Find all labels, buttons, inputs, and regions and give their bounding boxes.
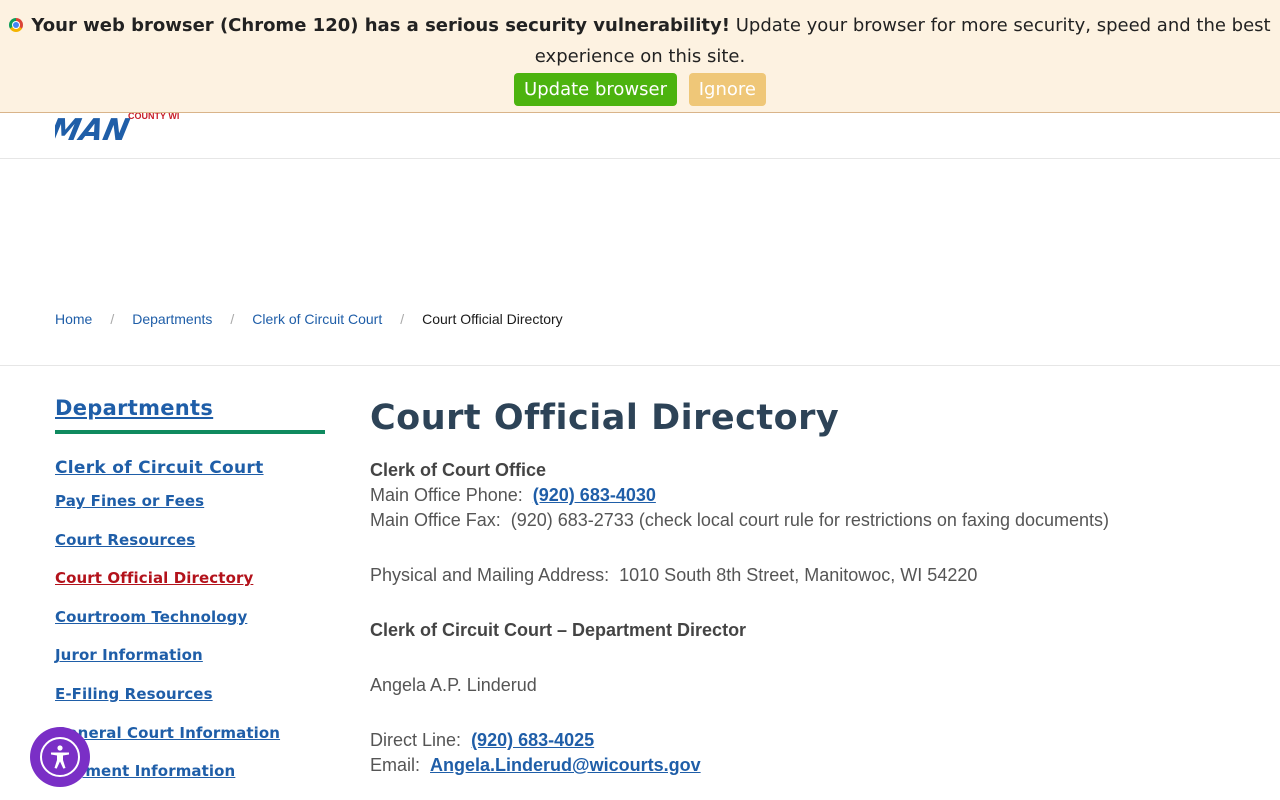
director-heading: Clerk of Circuit Court – Department Dire…	[370, 620, 747, 640]
sidebar-item-juror-information[interactable]: Juror Information	[55, 646, 203, 664]
address-value: 1010 South 8th Street, Manitowoc, WI 542…	[619, 565, 978, 585]
breadcrumb-separator: /	[110, 311, 115, 327]
breadcrumb-separator: /	[400, 311, 405, 327]
email-link[interactable]: Angela.Linderud@wicourts.gov	[430, 755, 701, 775]
banner-warning-text: Your web browser (Chrome 120) has a seri…	[31, 15, 730, 36]
address-line: Physical and Mailing Address: 1010 South…	[370, 563, 1250, 588]
office-phone-label: Main Office Phone:	[370, 485, 523, 505]
sidebar-item: Court Resources	[55, 531, 325, 570]
breadcrumb-current: Court Official Directory	[422, 311, 563, 327]
sidebar-item-pay-fines[interactable]: Pay Fines or Fees	[55, 492, 204, 510]
sidebar-item: Courtroom Technology	[55, 608, 325, 647]
email-line: Email: Angela.Linderud@wicourts.gov	[370, 753, 1250, 778]
office-fax-line: Main Office Fax: (920) 683-2733 (check l…	[370, 508, 1250, 533]
office-phone-line: Main Office Phone: (920) 683-4030	[370, 483, 1250, 508]
sidebar-item: Juror Information	[55, 646, 325, 685]
sidebar-item-e-filing[interactable]: E-Filing Resources	[55, 685, 213, 703]
logo-wordmark: MAN	[55, 113, 132, 145]
address-label: Physical and Mailing Address:	[370, 565, 610, 585]
update-browser-button[interactable]: Update browser	[514, 73, 677, 106]
directory-content: Clerk of Court Office Main Office Phone:…	[370, 458, 1250, 778]
breadcrumb-divider	[0, 365, 1280, 366]
sidebar-section-link[interactable]: Clerk of Circuit Court	[55, 458, 325, 478]
office-phone-link[interactable]: (920) 683-4030	[533, 485, 656, 505]
accessibility-icon	[40, 737, 80, 777]
sidebar-item: Court Official Directory	[55, 569, 325, 608]
direct-phone-link[interactable]: (920) 683-4025	[471, 730, 594, 750]
breadcrumb: Home / Departments / Clerk of Circuit Co…	[55, 311, 563, 327]
breadcrumb-separator: /	[230, 311, 235, 327]
email-label: Email:	[370, 755, 421, 775]
ignore-button[interactable]: Ignore	[688, 73, 766, 106]
page-title: Court Official Directory	[370, 398, 840, 438]
main-content: Court Official Directory Clerk of Court …	[370, 396, 1250, 778]
director-name: Angela A.P. Linderud	[370, 675, 537, 695]
browser-update-banner: Your web browser (Chrome 120) has a seri…	[0, 0, 1280, 113]
sidebar-item-court-resources[interactable]: Court Resources	[55, 531, 195, 549]
sidebar-item: General Court Information	[55, 724, 325, 763]
breadcrumb-clerk[interactable]: Clerk of Circuit Court	[252, 311, 382, 327]
breadcrumb-departments[interactable]: Departments	[132, 311, 212, 327]
sidebar-item: Payment Information	[55, 762, 325, 800]
chrome-icon	[9, 18, 24, 32]
sidebar: Departments Clerk of Circuit Court Pay F…	[55, 396, 325, 800]
office-fax-label: Main Office Fax:	[370, 510, 501, 530]
sidebar-item-court-official-directory[interactable]: Court Official Directory	[55, 569, 253, 587]
direct-line-label: Direct Line:	[370, 730, 462, 750]
sidebar-item-courtroom-technology[interactable]: Courtroom Technology	[55, 608, 247, 626]
sidebar-item: E-Filing Resources	[55, 685, 325, 724]
accessibility-button[interactable]	[30, 727, 90, 787]
office-heading: Clerk of Court Office	[370, 460, 547, 480]
breadcrumb-home[interactable]: Home	[55, 311, 92, 327]
office-fax-value: (920) 683-2733 (check local court rule f…	[510, 510, 1110, 530]
sidebar-item-general-court-info[interactable]: General Court Information	[55, 724, 280, 742]
banner-message: Your web browser (Chrome 120) has a seri…	[0, 10, 1280, 72]
sidebar-title-link[interactable]: Departments	[55, 396, 325, 434]
banner-buttons: Update browser Ignore	[0, 73, 1280, 106]
sidebar-item: Pay Fines or Fees	[55, 492, 325, 531]
direct-line: Direct Line: (920) 683-4025	[370, 728, 1250, 753]
sidebar-list: Pay Fines or Fees Court Resources Court …	[55, 492, 325, 800]
